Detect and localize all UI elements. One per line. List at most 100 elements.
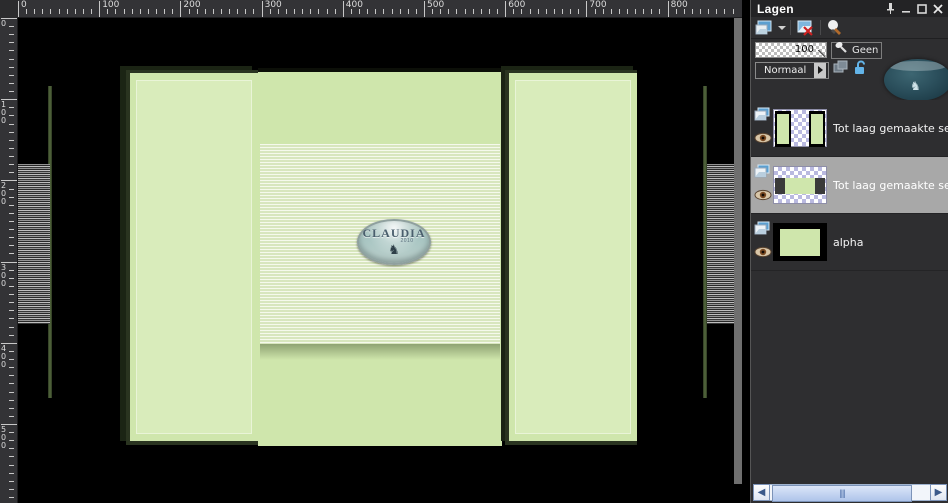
ruler-tick-minor xyxy=(9,269,14,271)
ruler-label: 600 xyxy=(508,0,526,10)
ruler-tick-minor xyxy=(9,82,14,84)
ruler-tick-minor xyxy=(521,9,523,14)
ruler-tick-minor xyxy=(675,9,677,14)
layer-visibility-icon[interactable] xyxy=(754,131,772,143)
ruler-tick-minor xyxy=(285,9,287,14)
ruler-tick-minor xyxy=(123,9,125,14)
ruler-tick-minor xyxy=(643,9,645,14)
new-layer-dropdown-icon[interactable] xyxy=(778,25,786,30)
ruler-tick-minor xyxy=(448,9,450,14)
ruler-tick-minor xyxy=(50,9,52,14)
ruler-tick-minor xyxy=(497,9,499,14)
layer-name: alpha xyxy=(833,235,864,249)
ruler-tick-minor xyxy=(172,9,174,14)
ruler-tick-minor xyxy=(691,9,693,14)
ruler-tick-minor xyxy=(440,9,442,14)
ruler-tick-minor xyxy=(229,9,231,14)
document-workspace[interactable]: CLAUDIA 2010 ♞ 0 100 200 300 400 500 600 700 800… xyxy=(0,0,742,503)
artwork-center-band-shadow xyxy=(260,344,500,360)
scroll-right-button[interactable]: ▶ xyxy=(930,483,947,501)
mask-selector[interactable]: Geen xyxy=(831,41,883,59)
layer-row[interactable]: Tot laag gemaakte select xyxy=(751,100,948,157)
layer-thumbnail[interactable] xyxy=(773,223,827,261)
layer-row-icons xyxy=(751,215,773,270)
ruler-tick-minor xyxy=(156,9,158,14)
ruler-tick-minor xyxy=(139,9,141,14)
ruler-tick-minor xyxy=(9,488,14,490)
ruler-tick-minor xyxy=(9,294,14,296)
ruler-tick-minor xyxy=(9,50,14,52)
ruler-label: 100 xyxy=(1,100,7,126)
ruler-tick-minor xyxy=(9,383,14,385)
ruler-tick-minor xyxy=(618,9,620,14)
ruler-origin-corner[interactable] xyxy=(0,0,18,18)
ruler-tick-minor xyxy=(9,42,14,44)
ruler-tick-minor xyxy=(375,9,377,14)
delete-layer-icon[interactable] xyxy=(795,19,815,37)
ruler-tick-minor xyxy=(318,9,320,14)
close-icon[interactable] xyxy=(930,1,946,16)
lock-open-icon[interactable] xyxy=(853,60,869,81)
ruler-tick-minor xyxy=(9,326,14,328)
ruler-tick-minor xyxy=(415,9,417,14)
layer-row[interactable]: Tot laag gemaakte select xyxy=(751,157,948,214)
blend-mode-select[interactable]: Normaal xyxy=(755,61,829,79)
decorative-oval-graphic: ♞ xyxy=(884,59,948,101)
ruler-tick-minor xyxy=(627,9,628,14)
ruler-tick-minor xyxy=(147,9,149,14)
ruler-tick-minor xyxy=(326,9,328,14)
maximize-icon[interactable] xyxy=(914,1,930,16)
canvas-vertical-scrollbar[interactable] xyxy=(734,18,742,484)
ruler-tick-minor xyxy=(131,9,133,14)
palette-horizontal-scrollbar[interactable]: ◀ |||| ▶ xyxy=(751,481,948,503)
artwork-center-top-edge xyxy=(258,68,502,72)
ruler-tick-minor xyxy=(9,456,14,458)
palette-title-bar[interactable]: Lagen xyxy=(751,0,948,17)
scrollbar-track[interactable]: |||| xyxy=(770,483,930,502)
pin-icon[interactable] xyxy=(882,1,898,16)
ruler-tick-minor xyxy=(9,139,14,141)
scrollbar-thumb[interactable]: |||| xyxy=(772,484,912,502)
ruler-tick-minor xyxy=(578,9,580,14)
layers-toolbar xyxy=(751,17,948,39)
vertical-ruler[interactable]: 0100200300400500 xyxy=(0,0,18,503)
image-canvas[interactable]: CLAUDIA 2010 ♞ xyxy=(18,18,734,484)
layer-name: Tot laag gemaakte select xyxy=(833,121,948,135)
ruler-tick-minor xyxy=(302,9,304,14)
horizontal-ruler[interactable]: 0 100 200 300 400 500 600 700 800 xyxy=(0,0,742,18)
opacity-resize-grip[interactable] xyxy=(818,50,825,57)
ruler-tick-minor xyxy=(464,9,466,14)
ruler-tick-minor xyxy=(204,9,206,14)
ruler-label: 700 xyxy=(589,0,607,10)
decorative-figure-icon: ♞ xyxy=(910,79,921,93)
layer-thumbnail[interactable] xyxy=(773,109,827,147)
ruler-tick-minor xyxy=(34,9,36,14)
minimize-icon[interactable] xyxy=(898,1,914,16)
ruler-tick-minor xyxy=(253,9,255,14)
layer-type-icon[interactable] xyxy=(754,164,771,179)
ruler-tick-minor xyxy=(9,221,14,222)
blend-mode-value: Normaal xyxy=(764,64,807,76)
layer-visibility-icon[interactable] xyxy=(754,188,772,200)
toolbar-separator-2 xyxy=(820,20,821,35)
ruler-tick-minor xyxy=(9,172,14,174)
ruler-tick-minor xyxy=(212,9,214,14)
layer-row[interactable]: alpha xyxy=(751,214,948,271)
layer-link-icon[interactable] xyxy=(832,60,850,81)
ruler-label: 100 xyxy=(102,0,120,10)
blend-mode-dropdown-icon[interactable] xyxy=(814,62,826,78)
ruler-tick-minor xyxy=(472,9,474,14)
ruler-tick-minor xyxy=(399,9,401,14)
opacity-slider[interactable]: 100 xyxy=(755,42,827,58)
layer-type-icon[interactable] xyxy=(754,221,771,236)
mask-brush-icon[interactable] xyxy=(825,19,845,37)
layer-thumbnail[interactable] xyxy=(773,166,827,204)
scroll-left-button[interactable]: ◀ xyxy=(753,483,770,501)
layer-type-icon[interactable] xyxy=(754,107,771,122)
ruler-tick-minor xyxy=(9,204,14,206)
layer-list[interactable]: Tot laag gemaakte select Tot laag gemaakt… xyxy=(751,100,948,480)
new-layer-icon[interactable] xyxy=(755,19,775,37)
layer-visibility-icon[interactable] xyxy=(754,245,772,257)
ruler-tick-minor xyxy=(196,9,198,14)
ruler-tick-minor xyxy=(9,131,14,133)
